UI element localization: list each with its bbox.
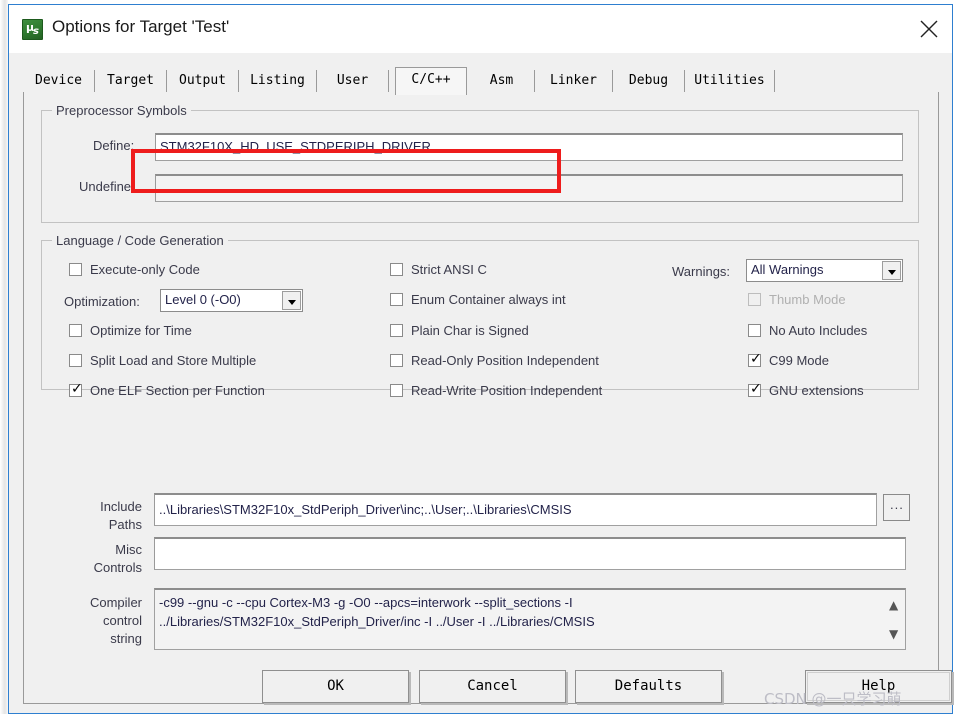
checkbox-box bbox=[390, 354, 403, 367]
defaults-button[interactable]: Defaults bbox=[575, 670, 722, 703]
define-input[interactable]: STM32F10X_HD, USE_STDPERIPH_DRIVER bbox=[155, 133, 903, 161]
checkbox-box bbox=[69, 263, 82, 276]
window-title: Options for Target 'Test' bbox=[52, 17, 230, 36]
checkbox-label: Thumb Mode bbox=[769, 292, 846, 307]
close-button[interactable] bbox=[906, 5, 952, 52]
optimization-label: Optimization: bbox=[64, 294, 140, 309]
chevron-down-icon[interactable] bbox=[882, 261, 901, 280]
window-bottom-edge bbox=[0, 714, 961, 718]
tab-user[interactable]: User bbox=[317, 70, 389, 92]
language-code-generation-group: Language / Code Generation Execute-only … bbox=[41, 233, 919, 398]
chevron-down-icon[interactable] bbox=[282, 291, 301, 310]
checkbox-box bbox=[390, 384, 403, 397]
language-code-generation-title: Language / Code Generation bbox=[52, 233, 228, 248]
checkbox-label: Strict ANSI C bbox=[411, 262, 487, 277]
checkbox-label: No Auto Includes bbox=[769, 323, 868, 338]
checkbox-box: ✓ bbox=[748, 381, 762, 397]
compiler-control-string-label-line2: control bbox=[102, 613, 142, 628]
chevron-down-icon[interactable]: ▼ bbox=[889, 628, 898, 640]
checkbox-label: Enum Container always int bbox=[411, 292, 566, 307]
checkbox-box bbox=[69, 354, 82, 367]
title-bar: µs Options for Target 'Test' bbox=[9, 5, 952, 53]
include-paths-label-line2: Paths bbox=[108, 517, 142, 532]
tab-asm[interactable]: Asm bbox=[469, 70, 535, 92]
warnings-value: All Warnings bbox=[751, 262, 824, 277]
checkbox-label: Split Load and Store Multiple bbox=[90, 353, 257, 368]
checkbox-box bbox=[748, 293, 761, 306]
c-cpp-tab-panel: Preprocessor Symbols Define: STM32F10X_H… bbox=[23, 92, 939, 704]
compiler-control-string-label-line1: Compiler bbox=[89, 595, 142, 610]
undefine-input[interactable] bbox=[155, 174, 903, 202]
optimization-select[interactable]: Level 0 (-O0) bbox=[160, 289, 303, 312]
include-paths-label-line1: Include bbox=[100, 499, 142, 514]
preprocessor-symbols-group: Preprocessor Symbols Define: STM32F10X_H… bbox=[41, 103, 919, 223]
checkbox-label: Read-Only Position Independent bbox=[411, 353, 599, 368]
misc-controls-input[interactable] bbox=[154, 537, 906, 570]
cancel-button[interactable]: Cancel bbox=[419, 670, 566, 703]
ok-button[interactable]: OK bbox=[262, 670, 409, 703]
compiler-control-string-input[interactable]: -c99 --gnu -c --cpu Cortex-M3 -g -O0 --a… bbox=[154, 588, 906, 650]
checkbox-box: ✓ bbox=[69, 381, 83, 397]
undefine-label: Undefine: bbox=[79, 179, 135, 194]
tab-listing[interactable]: Listing bbox=[239, 70, 317, 92]
dialog-client-area: Device Target Output Listing User C/C++ … bbox=[10, 53, 952, 712]
checkbox-label: Execute-only Code bbox=[90, 262, 200, 277]
preprocessor-symbols-title: Preprocessor Symbols bbox=[52, 103, 191, 118]
checkbox-box bbox=[390, 263, 403, 276]
close-icon bbox=[920, 20, 938, 38]
tab-linker[interactable]: Linker bbox=[535, 70, 613, 92]
optimization-value: Level 0 (-O0) bbox=[165, 292, 241, 307]
misc-controls-label-line2: Controls bbox=[93, 560, 142, 575]
tab-device[interactable]: Device bbox=[23, 70, 95, 92]
tab-debug[interactable]: Debug bbox=[613, 70, 685, 92]
tab-utilities[interactable]: Utilities bbox=[685, 70, 775, 92]
compiler-control-string-line1: -c99 --gnu -c --cpu Cortex-M3 -g -O0 --a… bbox=[159, 595, 573, 610]
tab-output[interactable]: Output bbox=[167, 70, 239, 92]
checkbox-box bbox=[748, 324, 761, 337]
checkbox-label: C99 Mode bbox=[769, 353, 829, 368]
warnings-label: Warnings: bbox=[672, 264, 731, 279]
tab-c-cpp[interactable]: C/C++ bbox=[395, 67, 467, 95]
checkbox-box bbox=[69, 324, 82, 337]
window-left-shadow bbox=[0, 0, 8, 718]
checkbox-label: Plain Char is Signed bbox=[411, 323, 529, 338]
ellipsis-icon: ... bbox=[890, 497, 904, 512]
checkbox-label: GNU extensions bbox=[769, 383, 864, 398]
watermark: CSDN @一只学习萌 bbox=[764, 690, 902, 708]
checkbox-box bbox=[390, 324, 403, 337]
include-paths-browse-button[interactable]: ... bbox=[883, 494, 910, 521]
compiler-scrollbar[interactable]: ▲ ▼ bbox=[885, 591, 904, 648]
checkbox-box bbox=[390, 293, 403, 306]
checkbox-box: ✓ bbox=[748, 351, 762, 367]
tab-bar: Device Target Output Listing User C/C++ … bbox=[23, 67, 793, 95]
tab-target[interactable]: Target bbox=[95, 70, 167, 92]
warnings-select[interactable]: All Warnings bbox=[746, 259, 903, 282]
compiler-control-string-line2: ../Libraries/STM32F10x_StdPeriph_Driver/… bbox=[159, 614, 595, 629]
checkbox-label: Read-Write Position Independent bbox=[411, 383, 603, 398]
chevron-up-icon[interactable]: ▲ bbox=[889, 599, 898, 611]
include-paths-input[interactable]: ..\Libraries\STM32F10x_StdPeriph_Driver\… bbox=[154, 493, 877, 526]
keil-uvision-icon: µs bbox=[22, 19, 43, 40]
define-label: Define: bbox=[93, 138, 135, 153]
checkbox-label: Optimize for Time bbox=[90, 323, 192, 338]
misc-controls-label-line1: Misc bbox=[115, 542, 142, 557]
options-dialog: µs Options for Target 'Test' Device Targ… bbox=[8, 4, 953, 714]
compiler-control-string-label-line3: string bbox=[110, 631, 142, 646]
checkbox-label: One ELF Section per Function bbox=[90, 383, 265, 398]
